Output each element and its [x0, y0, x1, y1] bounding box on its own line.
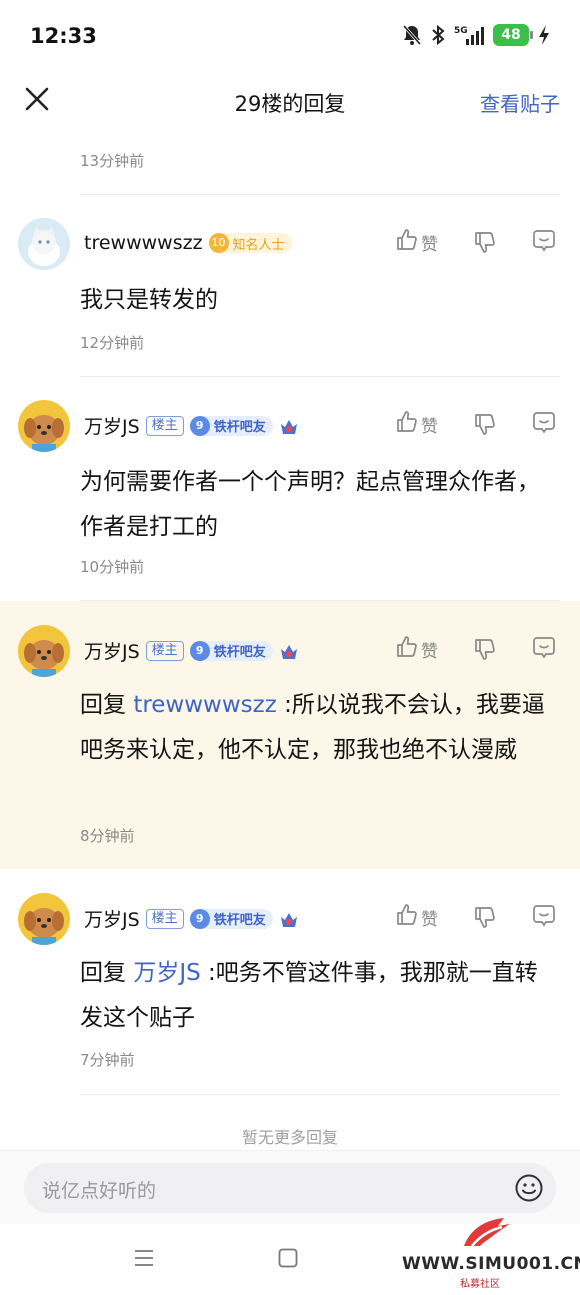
- like-button[interactable]: 赞: [395, 410, 438, 439]
- comment-actions: 赞: [395, 228, 565, 258]
- bluetooth-icon: [431, 24, 445, 46]
- rank-crown-icon: [279, 909, 299, 929]
- divider: [80, 1094, 560, 1095]
- like-label: 赞: [421, 910, 438, 930]
- comment-time: 10分钟前: [80, 558, 145, 576]
- no-more-replies: 暂无更多回复: [241, 1128, 338, 1147]
- comment-item-highlighted: 万岁JS 楼主 9 铁杆吧友 赞 回复 trewwwwszz :所以说我不会认，…: [0, 601, 580, 869]
- user-row: trewwwwszz 10 知名人士: [84, 232, 292, 254]
- username[interactable]: 万岁JS: [84, 637, 140, 664]
- comment-text: 回复 trewwwwszz :所以说我不会认，我要逼吧务来认定，他不认定，那我也…: [80, 683, 558, 773]
- famous-level: 10: [208, 233, 229, 253]
- fan-badge: 9 铁杆吧友: [189, 415, 273, 436]
- watermark-subtext: 私募社区: [460, 1279, 500, 1290]
- comment-item: 万岁JS 楼主 9 铁杆吧友 赞 回复 万岁JS :吧务不管这件事，我那就一直转…: [0, 869, 580, 1093]
- signal-icon: 5G: [454, 24, 484, 46]
- comment-text: 回复 万岁JS :吧务不管这件事，我那就一直转发这个贴子: [80, 951, 558, 1041]
- owner-badge: 楼主: [145, 415, 184, 436]
- reply-icon[interactable]: [531, 228, 557, 258]
- menu-icon[interactable]: [134, 1248, 154, 1272]
- like-button[interactable]: 赞: [395, 903, 438, 932]
- username[interactable]: 万岁JS: [84, 412, 140, 439]
- reply-prefix: 回复: [80, 692, 126, 718]
- comment-actions: 赞: [395, 903, 565, 933]
- status-bar: 12:33 5G 48: [0, 0, 580, 72]
- thumbs-up-icon: [395, 410, 419, 439]
- comment-time: 7分钟前: [80, 1051, 135, 1069]
- thumbs-up-icon: [395, 635, 419, 664]
- emoji-icon[interactable]: [514, 1173, 544, 1203]
- reply-icon[interactable]: [531, 635, 557, 665]
- like-button[interactable]: 赞: [395, 228, 438, 257]
- user-row: 万岁JS 楼主 9 铁杆吧友: [84, 905, 299, 932]
- thumbs-down-icon[interactable]: [473, 412, 497, 440]
- comment-item: 万岁JS 楼主 9 铁杆吧友 赞 为何需要作者一个个声明？起点管理众作者，作者是…: [0, 376, 580, 600]
- reply-icon[interactable]: [531, 410, 557, 440]
- thumbs-down-icon[interactable]: [473, 230, 497, 258]
- like-button[interactable]: 赞: [395, 635, 438, 664]
- thumbs-up-icon: [395, 903, 419, 932]
- rank-crown-icon: [279, 641, 299, 661]
- fan-level: 9: [189, 908, 210, 929]
- owner-badge: 楼主: [145, 640, 184, 661]
- famous-badge: 10 知名人士: [208, 233, 292, 253]
- fan-level: 9: [189, 415, 210, 436]
- username[interactable]: trewwwwszz: [84, 232, 203, 254]
- top-nav: 29楼的回复 查看贴子: [0, 72, 580, 130]
- user-row: 万岁JS 楼主 9 铁杆吧友: [84, 637, 299, 664]
- watermark-logo-icon: [458, 1212, 518, 1256]
- comment-time: 8分钟前: [80, 827, 135, 845]
- reply-input-placeholder: 说亿点好听的: [42, 1180, 157, 1202]
- thumbs-down-icon[interactable]: [473, 905, 497, 933]
- battery-icon: 48: [493, 24, 533, 46]
- view-post-button[interactable]: 查看贴子: [480, 88, 560, 117]
- like-label: 赞: [421, 642, 438, 662]
- avatar[interactable]: [18, 218, 70, 270]
- avatar[interactable]: [18, 400, 70, 452]
- watermark-text: WWW.SIMU001.CN: [402, 1254, 580, 1274]
- avatar[interactable]: [18, 625, 70, 677]
- mention-link[interactable]: trewwwwszz: [133, 692, 277, 718]
- reply-icon[interactable]: [531, 903, 557, 933]
- thumbs-down-icon[interactable]: [473, 637, 497, 665]
- fan-label: 铁杆吧友: [213, 913, 266, 928]
- watermark: WWW.SIMU001.CN 私募社区: [402, 1212, 580, 1290]
- status-time: 12:33: [30, 24, 97, 48]
- bell-muted-icon: [402, 24, 422, 46]
- mention-link[interactable]: 万岁JS: [133, 960, 200, 986]
- like-label: 赞: [421, 417, 438, 437]
- fan-level: 9: [189, 640, 210, 661]
- fan-badge: 9 铁杆吧友: [189, 908, 273, 929]
- comment-text: 我只是转发的: [80, 287, 218, 313]
- reply-prefix: 回复: [80, 960, 126, 986]
- charging-icon: [538, 24, 550, 46]
- network-label: 5G: [454, 26, 468, 36]
- owner-badge: 楼主: [145, 908, 184, 929]
- fan-badge: 9 铁杆吧友: [189, 640, 273, 661]
- rank-crown-icon: [279, 416, 299, 436]
- like-label: 赞: [421, 235, 438, 255]
- avatar[interactable]: [18, 893, 70, 945]
- status-icons: 5G 48: [402, 24, 550, 46]
- fan-label: 铁杆吧友: [213, 420, 266, 435]
- username[interactable]: 万岁JS: [84, 905, 140, 932]
- comment-actions: 赞: [395, 635, 565, 665]
- user-row: 万岁JS 楼主 9 铁杆吧友: [84, 412, 299, 439]
- comment-time: 12分钟前: [80, 334, 145, 352]
- comment-text: 为何需要作者一个个声明？起点管理众作者，作者是打工的: [80, 469, 540, 540]
- fan-label: 铁杆吧友: [213, 645, 266, 660]
- comment-item: trewwwwszz 10 知名人士 赞 我只是转发的 12分钟前: [0, 194, 580, 376]
- comment-actions: 赞: [395, 410, 565, 440]
- thumbs-up-icon: [395, 228, 419, 257]
- floor-time: 13分钟前: [80, 152, 145, 170]
- famous-label: 知名人士: [232, 237, 285, 253]
- reply-input[interactable]: 说亿点好听的: [24, 1163, 556, 1213]
- home-icon[interactable]: [278, 1248, 298, 1272]
